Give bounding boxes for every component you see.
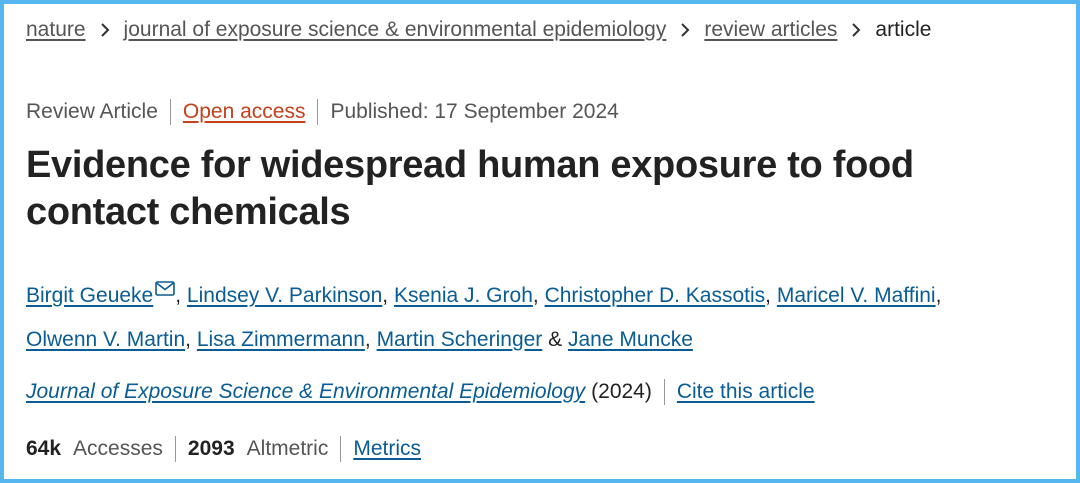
- author-link[interactable]: Martin Scheringer: [377, 328, 543, 351]
- author-link[interactable]: Ksenia J. Groh: [394, 284, 533, 307]
- author-separator: ,: [935, 284, 942, 307]
- journal-link[interactable]: Journal of Exposure Science & Environmen…: [26, 380, 585, 404]
- metrics-bar: 64k Accesses 2093 Altmetric Metrics: [26, 436, 421, 462]
- author-link[interactable]: Birgit Geueke: [26, 284, 153, 307]
- divider: [663, 379, 665, 405]
- author-separator: ,: [185, 328, 191, 351]
- altmetric-score: 2093: [187, 437, 235, 460]
- accesses-count: 64k: [26, 437, 62, 460]
- published-date: Published: 17 September 2024: [330, 100, 619, 123]
- article-type: Review Article: [26, 100, 158, 123]
- article-title: Evidence for widespread human exposure t…: [26, 144, 914, 233]
- breadcrumb-current: article: [875, 18, 932, 41]
- breadcrumb-journal[interactable]: journal of exposure science & environmen…: [124, 18, 667, 42]
- author-link[interactable]: Lindsey V. Parkinson: [187, 284, 382, 307]
- author-separator: &: [548, 328, 563, 351]
- altmetric-label: Altmetric: [246, 437, 329, 460]
- author-list: Birgit Geueke, Lindsey V. Parkinson, Kse…: [26, 268, 1046, 362]
- author-link[interactable]: Maricel V. Maffini: [777, 284, 936, 307]
- chevron-right-icon: [86, 18, 124, 42]
- author-separator: ,: [532, 284, 539, 307]
- metrics-link[interactable]: Metrics: [353, 437, 421, 461]
- article-meta: Review Article Open access Published: 17…: [26, 99, 619, 125]
- cite-article-link[interactable]: Cite this article: [677, 380, 815, 404]
- open-access-link[interactable]: Open access: [183, 100, 306, 124]
- chevron-right-icon: [666, 18, 704, 42]
- breadcrumb-review-articles[interactable]: review articles: [704, 18, 837, 42]
- author-link[interactable]: Lisa Zimmermann: [197, 328, 365, 351]
- divider: [174, 436, 176, 462]
- accesses-label: Accesses: [73, 437, 163, 460]
- publication-year: (2024): [591, 380, 652, 403]
- author-separator: ,: [382, 284, 389, 307]
- breadcrumb: nature journal of exposure science & env…: [26, 18, 931, 42]
- author-link[interactable]: Jane Muncke: [568, 328, 693, 351]
- author-separator: ,: [175, 284, 182, 307]
- mail-icon[interactable]: [155, 268, 176, 312]
- author-separator: ,: [765, 284, 771, 307]
- author-link[interactable]: Christopher D. Kassotis: [545, 284, 766, 307]
- page-frame: nature journal of exposure science & env…: [0, 0, 1080, 483]
- journal-line: Journal of Exposure Science & Environmen…: [26, 379, 815, 405]
- breadcrumb-nature[interactable]: nature: [26, 18, 86, 42]
- chevron-right-icon: [837, 18, 875, 42]
- divider: [317, 99, 319, 125]
- divider: [169, 99, 171, 125]
- divider: [340, 436, 342, 462]
- author-link[interactable]: Olwenn V. Martin: [26, 328, 185, 351]
- author-separator: ,: [364, 328, 371, 351]
